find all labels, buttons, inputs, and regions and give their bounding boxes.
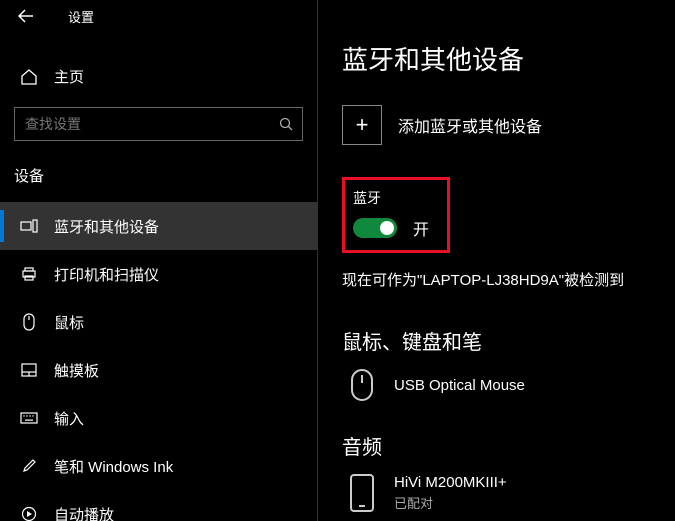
nav-item-label: 自动播放	[54, 504, 114, 521]
bluetooth-toggle-state: 开	[413, 216, 429, 240]
nav-mouse[interactable]: 鼠标	[0, 298, 317, 346]
nav-item-label: 触摸板	[54, 360, 99, 381]
nav-touchpad[interactable]: 触摸板	[0, 346, 317, 394]
plus-icon: +	[342, 105, 382, 145]
nav-autoplay[interactable]: 自动播放	[0, 490, 317, 521]
mouse-section-title: 鼠标、键盘和笔	[342, 326, 675, 355]
nav-item-label: 笔和 Windows Ink	[54, 456, 173, 477]
search-input[interactable]	[14, 107, 303, 141]
nav-home[interactable]: 主页	[0, 54, 317, 99]
device-status: 已配对	[394, 493, 507, 512]
nav-home-label: 主页	[54, 66, 84, 87]
back-button[interactable]	[18, 6, 46, 26]
device-item-mouse[interactable]: USB Optical Mouse	[342, 369, 675, 401]
add-device-button[interactable]: + 添加蓝牙或其他设备	[342, 105, 675, 145]
keyboard-icon	[18, 412, 40, 424]
audio-section-title: 音频	[342, 431, 675, 460]
add-device-label: 添加蓝牙或其他设备	[398, 113, 542, 137]
search-icon	[279, 117, 293, 131]
nav-bluetooth[interactable]: 蓝牙和其他设备	[0, 202, 317, 250]
nav-item-label: 鼠标	[54, 312, 84, 333]
home-icon	[18, 68, 40, 86]
sidebar-section-title: 设备	[0, 159, 317, 202]
nav-item-label: 蓝牙和其他设备	[54, 216, 159, 237]
nav-pen[interactable]: 笔和 Windows Ink	[0, 442, 317, 490]
device-name: USB Optical Mouse	[394, 377, 525, 394]
nav-typing[interactable]: 输入	[0, 394, 317, 442]
discoverable-text: 现在可作为"LAPTOP-LJ38HD9A"被检测到	[342, 267, 675, 290]
nav-item-label: 输入	[54, 408, 84, 429]
mouse-icon	[18, 313, 40, 331]
devices-icon	[18, 219, 40, 233]
page-title: 蓝牙和其他设备	[342, 40, 675, 77]
touchpad-icon	[18, 363, 40, 377]
device-name: HiVi M200MKIII+	[394, 474, 507, 491]
pen-icon	[18, 458, 40, 474]
printer-icon	[18, 266, 40, 282]
bluetooth-label: 蓝牙	[353, 188, 429, 208]
bluetooth-toggle-highlight: 蓝牙 开	[342, 177, 450, 253]
nav-printers[interactable]: 打印机和扫描仪	[0, 250, 317, 298]
mouse-device-icon	[351, 369, 373, 401]
nav-item-label: 打印机和扫描仪	[54, 264, 159, 285]
autoplay-icon	[18, 506, 40, 521]
device-item-audio[interactable]: HiVi M200MKIII+ 已配对	[342, 474, 675, 512]
audio-device-icon	[350, 474, 374, 512]
window-title: 设置	[68, 7, 94, 26]
bluetooth-toggle[interactable]	[353, 218, 397, 238]
